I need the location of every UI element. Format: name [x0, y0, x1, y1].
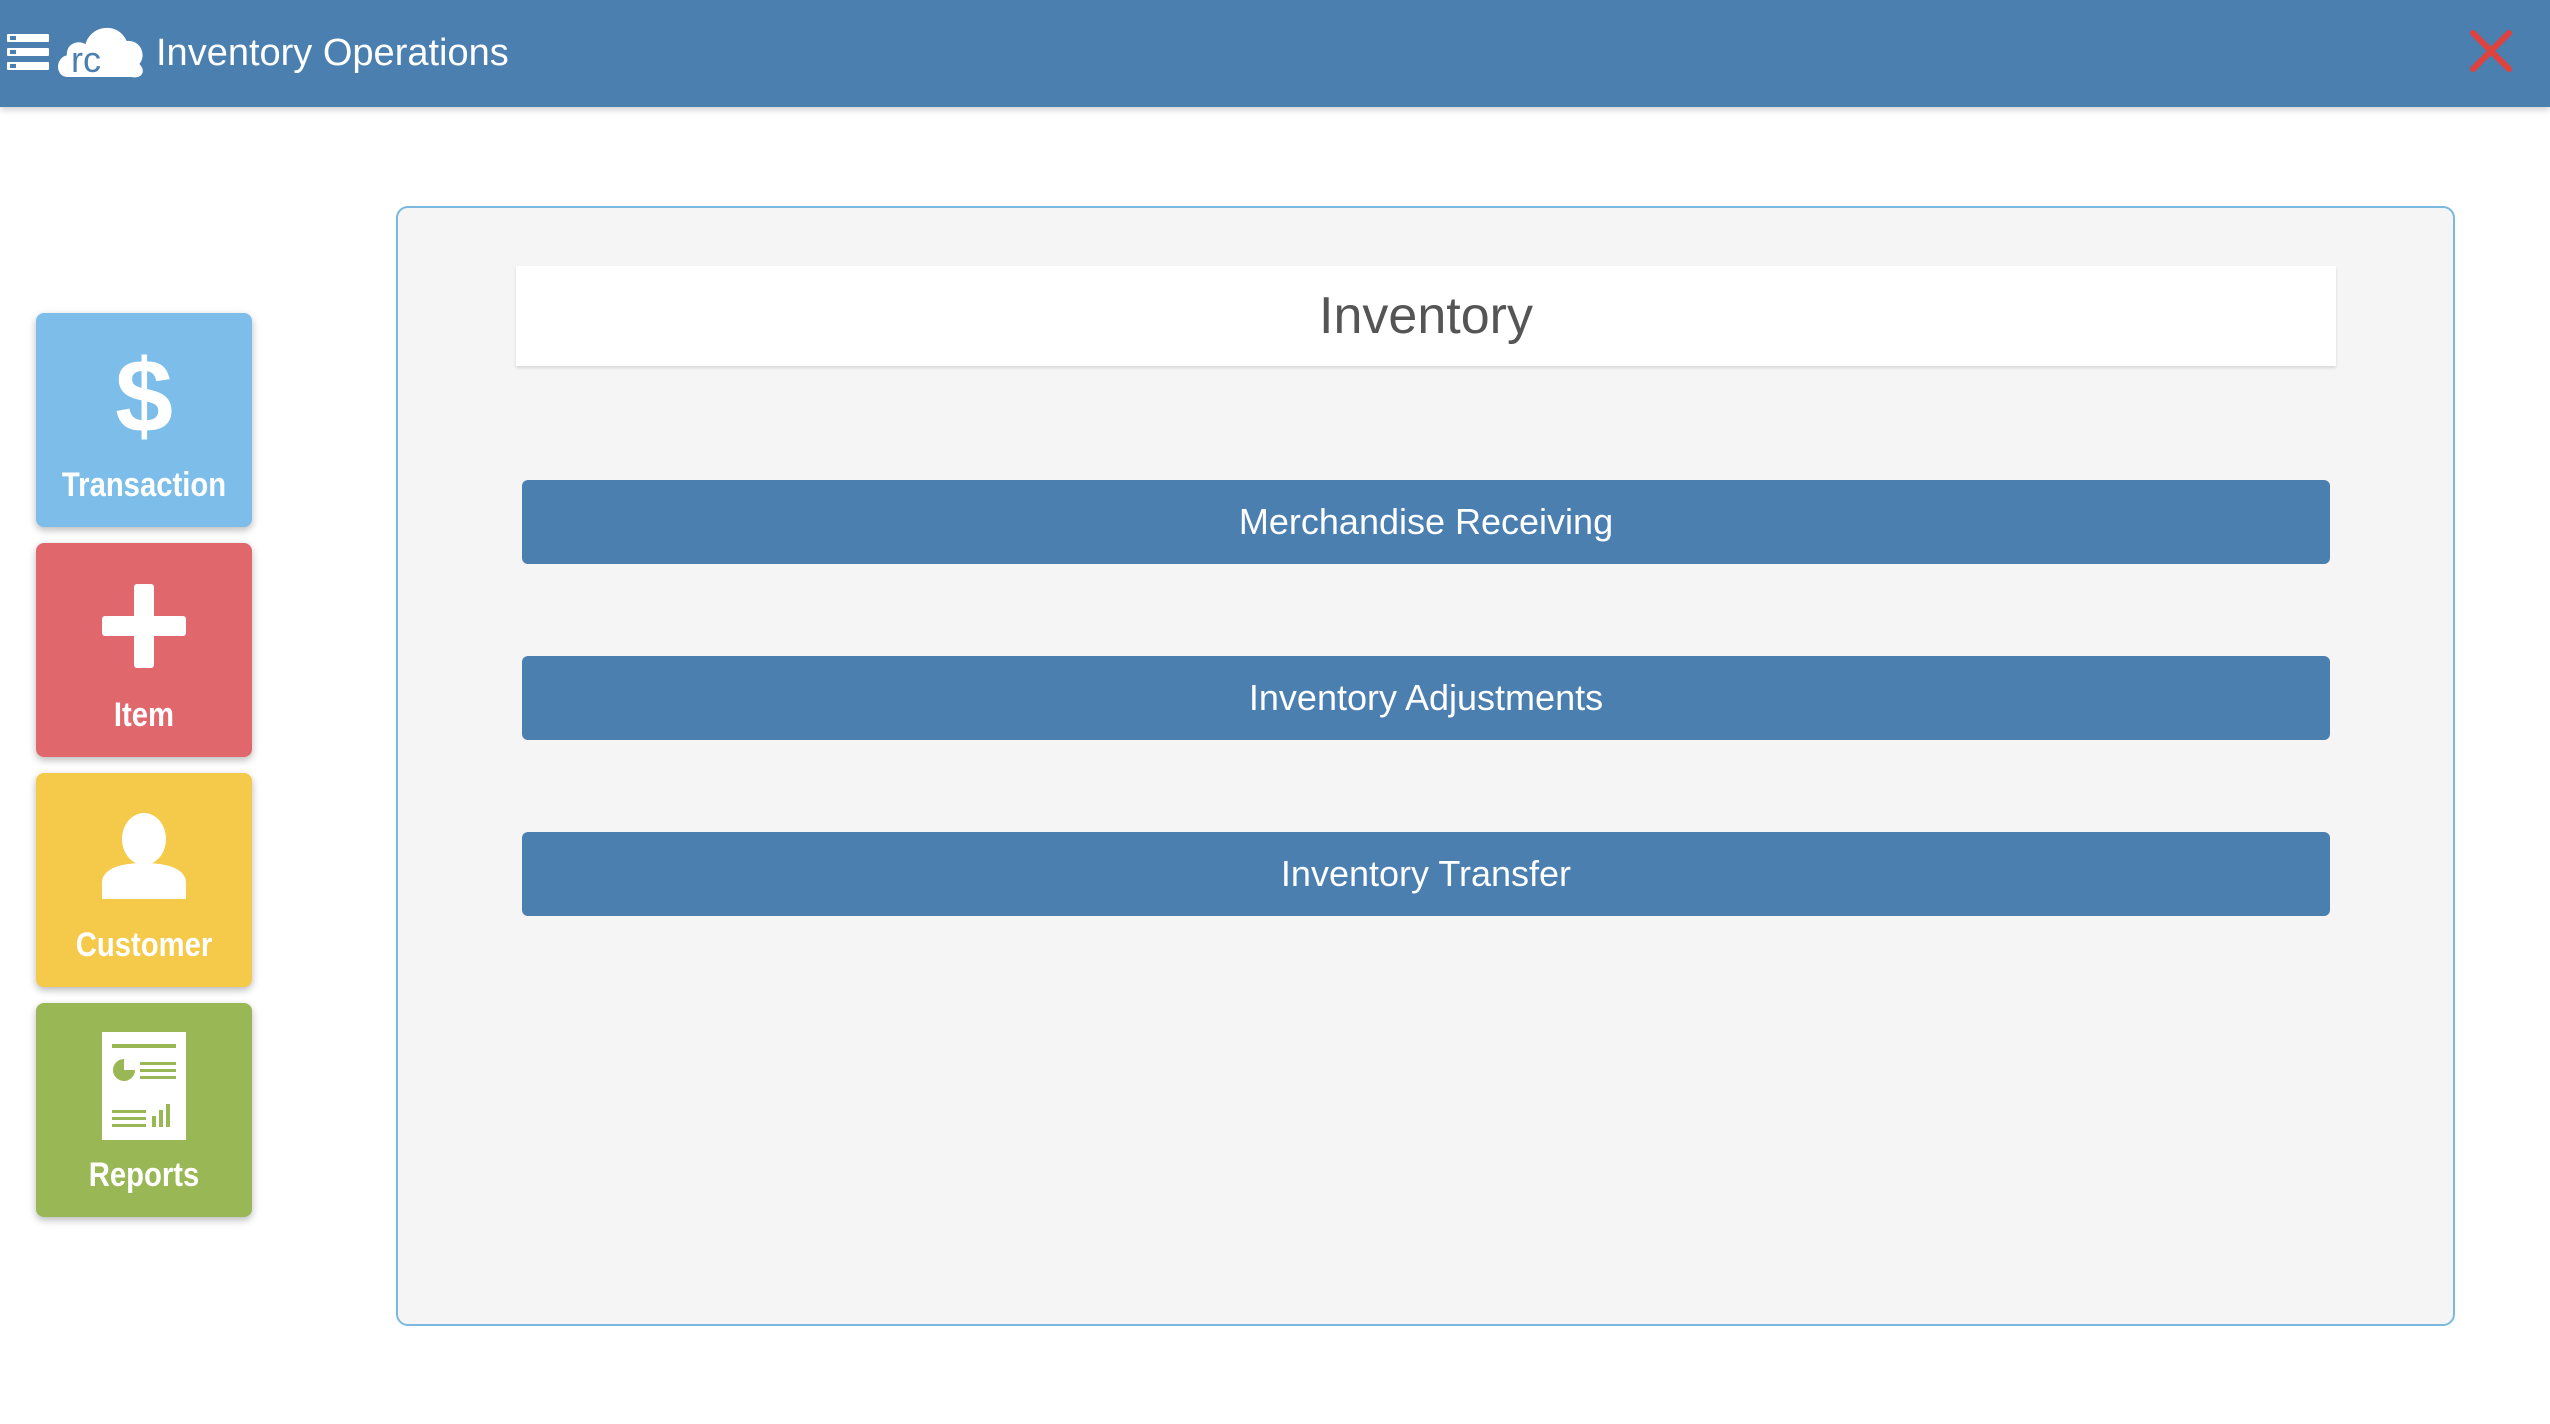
reports-tile[interactable]: Reports — [36, 1003, 252, 1217]
person-icon — [36, 791, 252, 921]
logo-text: rc — [71, 39, 101, 80]
inventory-transfer-label: Inventory Transfer — [1280, 853, 1572, 894]
item-tile-label: Item — [113, 696, 175, 734]
inventory-transfer-button[interactable]: Inventory Transfer — [522, 832, 2330, 916]
top-app-bar: rc Inventory Operations — [0, 0, 2550, 107]
rc-cloud-logo-icon: rc — [58, 27, 143, 80]
inventory-adjustments-label: Inventory Adjustments — [1248, 677, 1604, 718]
transaction-tile-label: Transaction — [61, 466, 227, 504]
report-document-icon — [36, 1021, 252, 1151]
inventory-panel: Inventory Merchandise Receiving Inventor… — [396, 206, 2455, 1326]
customer-tile-label: Customer — [75, 926, 213, 964]
app-title: Inventory Operations — [156, 32, 509, 74]
dollar-icon: $ — [36, 331, 252, 461]
panel-title: Inventory — [1319, 287, 1533, 345]
plus-icon — [36, 561, 252, 691]
reports-tile-label: Reports — [88, 1156, 200, 1194]
svg-text:$: $ — [115, 346, 173, 446]
panel-header: Inventory — [516, 266, 2336, 366]
transaction-tile[interactable]: $ Transaction — [36, 313, 252, 527]
close-x-icon[interactable] — [2466, 26, 2516, 76]
merchandise-receiving-button[interactable]: Merchandise Receiving — [522, 480, 2330, 564]
inventory-adjustments-button[interactable]: Inventory Adjustments — [522, 656, 2330, 740]
merchandise-receiving-label: Merchandise Receiving — [1238, 501, 1614, 542]
customer-tile[interactable]: Customer — [36, 773, 252, 987]
item-tile[interactable]: Item — [36, 543, 252, 757]
hamburger-menu-icon[interactable] — [7, 34, 49, 70]
